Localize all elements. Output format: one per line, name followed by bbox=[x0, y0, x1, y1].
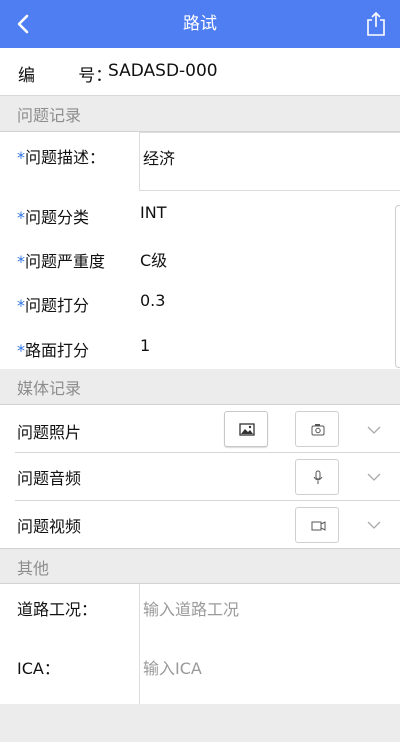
road-condition-label: 道路工况： bbox=[17, 600, 98, 619]
score-label: *问题打分 bbox=[17, 296, 90, 315]
section-title: 媒体记录 bbox=[17, 379, 82, 398]
severity-label: *问题严重度 bbox=[17, 252, 106, 271]
id-value: SADASD-000 bbox=[108, 61, 218, 81]
other-panel: 道路工况： 输入道路工况 ICA： 输入ICA bbox=[0, 584, 400, 704]
camera-icon bbox=[311, 424, 325, 436]
page-title: 路试 bbox=[183, 14, 217, 34]
section-media-record: 媒体记录 bbox=[0, 369, 400, 405]
scrollbar[interactable] bbox=[395, 205, 400, 368]
ica-placeholder: 输入ICA bbox=[143, 659, 202, 678]
road-condition-placeholder: 输入道路工况 bbox=[143, 600, 240, 619]
id-label: 编 号： bbox=[18, 66, 113, 86]
severity-value[interactable]: C级 bbox=[140, 247, 167, 271]
chevron-down-icon[interactable] bbox=[366, 425, 382, 435]
photo-label: 问题照片 bbox=[17, 423, 82, 442]
description-value: 经济 bbox=[143, 149, 176, 168]
id-row: 编 号： SADASD-000 bbox=[0, 48, 400, 96]
section-other: 其他 bbox=[0, 548, 400, 584]
category-value[interactable]: INT bbox=[140, 203, 166, 222]
chevron-down-icon[interactable] bbox=[366, 472, 382, 482]
section-problem-record: 问题记录 bbox=[0, 96, 400, 132]
score-value[interactable]: 0.3 bbox=[140, 291, 165, 310]
media-row-photo: 问题照片 bbox=[0, 405, 400, 453]
video-camera-icon bbox=[311, 521, 326, 531]
video-button[interactable] bbox=[295, 507, 339, 543]
camera-button[interactable] bbox=[295, 411, 339, 447]
gallery-button[interactable] bbox=[224, 411, 268, 447]
audio-label: 问题音频 bbox=[17, 469, 82, 488]
section-title: 其他 bbox=[17, 559, 50, 578]
chevron-down-icon[interactable] bbox=[366, 520, 382, 530]
media-row-audio: 问题音频 bbox=[0, 453, 400, 501]
nav-bar: 路试 bbox=[0, 0, 400, 48]
road-score-label: *路面打分 bbox=[17, 341, 90, 360]
section-title: 问题记录 bbox=[17, 106, 82, 125]
description-label: *问题描述： bbox=[17, 148, 106, 167]
ica-field[interactable]: 输入ICA bbox=[139, 643, 400, 704]
video-label: 问题视频 bbox=[17, 517, 82, 536]
problem-panel: *问题描述： 经济 *问题分类 INT *问题严重度 C级 *问题打分 0.3 … bbox=[0, 132, 400, 369]
ica-label: ICA： bbox=[17, 659, 60, 678]
microphone-button[interactable] bbox=[295, 459, 339, 495]
description-field[interactable]: 经济 bbox=[139, 132, 400, 191]
image-icon bbox=[239, 423, 255, 436]
microphone-icon bbox=[313, 470, 323, 484]
category-label: *问题分类 bbox=[17, 208, 90, 227]
road-condition-field[interactable]: 输入道路工况 bbox=[139, 584, 400, 644]
media-row-video: 问题视频 bbox=[0, 501, 400, 548]
share-icon[interactable] bbox=[364, 11, 388, 37]
road-score-value[interactable]: 1 bbox=[140, 336, 150, 355]
